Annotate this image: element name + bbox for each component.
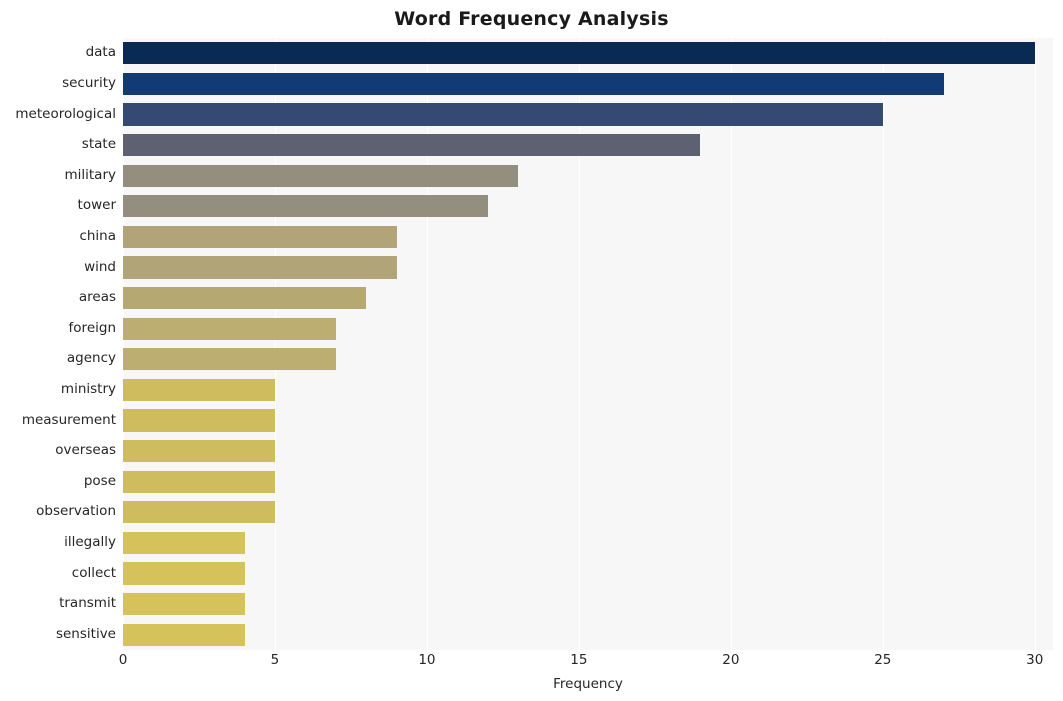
bar bbox=[123, 225, 397, 248]
y-tick-label: meteorological bbox=[15, 105, 116, 122]
bar-row bbox=[123, 164, 1053, 187]
bar bbox=[123, 72, 944, 95]
x-tick-label: 10 bbox=[418, 652, 436, 668]
bar-row bbox=[123, 348, 1053, 371]
bar bbox=[123, 42, 1035, 65]
bar-row bbox=[123, 562, 1053, 585]
y-tick-label: measurement bbox=[21, 411, 116, 428]
bar-row bbox=[123, 593, 1053, 616]
bars-layer bbox=[123, 38, 1053, 650]
y-tick-label: wind bbox=[84, 258, 116, 275]
y-tick-label: transmit bbox=[59, 595, 116, 612]
x-tick-label: 20 bbox=[722, 652, 740, 668]
bar-row bbox=[123, 42, 1053, 65]
bar bbox=[123, 317, 336, 340]
bar-row bbox=[123, 134, 1053, 157]
bar bbox=[123, 440, 275, 463]
x-axis-title: Frequency bbox=[553, 676, 623, 692]
bar-row bbox=[123, 623, 1053, 646]
bar bbox=[123, 623, 245, 646]
y-tick-label: security bbox=[62, 74, 116, 91]
bar-row bbox=[123, 72, 1053, 95]
y-tick-label: areas bbox=[78, 289, 116, 306]
bar-row bbox=[123, 287, 1053, 310]
y-tick-label: sensitive bbox=[55, 625, 116, 642]
y-tick-label: ministry bbox=[60, 380, 116, 397]
y-tick-label: agency bbox=[66, 350, 116, 367]
y-tick-label: china bbox=[79, 227, 116, 244]
bar-row bbox=[123, 531, 1053, 554]
bar-row bbox=[123, 501, 1053, 524]
bar bbox=[123, 378, 275, 401]
bar bbox=[123, 470, 275, 493]
x-tick-label: 0 bbox=[118, 652, 128, 668]
y-tick-label: military bbox=[64, 166, 116, 183]
bar bbox=[123, 256, 397, 279]
y-tick-label: data bbox=[85, 44, 116, 61]
bar bbox=[123, 531, 245, 554]
bar-row bbox=[123, 317, 1053, 340]
y-tick-label: pose bbox=[83, 472, 116, 489]
bar bbox=[123, 134, 701, 157]
bar bbox=[123, 164, 519, 187]
bar-row bbox=[123, 225, 1053, 248]
plot-area bbox=[123, 38, 1053, 650]
bar-row bbox=[123, 409, 1053, 432]
bar bbox=[123, 562, 245, 585]
bar-row bbox=[123, 470, 1053, 493]
y-tick-label: foreign bbox=[68, 319, 116, 336]
x-tick-label: 25 bbox=[874, 652, 892, 668]
y-tick-label: collect bbox=[71, 564, 116, 581]
word-frequency-chart-figure: Word Frequency Analysis data security mete… bbox=[0, 0, 1063, 701]
bar bbox=[123, 501, 275, 524]
bar-row bbox=[123, 256, 1053, 279]
x-tick-label: 5 bbox=[270, 652, 280, 668]
bar-row bbox=[123, 103, 1053, 126]
bar bbox=[123, 409, 275, 432]
y-axis-tick-labels: data security meteorological state military t… bbox=[0, 38, 116, 650]
y-tick-label: overseas bbox=[55, 442, 116, 459]
chart-title: Word Frequency Analysis bbox=[394, 8, 669, 30]
bar bbox=[123, 287, 367, 310]
bar bbox=[123, 195, 488, 218]
y-tick-label: state bbox=[81, 136, 116, 153]
y-tick-label: tower bbox=[77, 197, 116, 214]
bar-row bbox=[123, 378, 1053, 401]
bar-row bbox=[123, 440, 1053, 463]
y-tick-label: observation bbox=[36, 503, 116, 520]
x-tick-label: 30 bbox=[1026, 652, 1044, 668]
bar bbox=[123, 593, 245, 616]
x-tick-label: 15 bbox=[570, 652, 588, 668]
y-tick-label: illegally bbox=[64, 533, 116, 550]
bar bbox=[123, 348, 336, 371]
bar bbox=[123, 103, 883, 126]
bar-row bbox=[123, 195, 1053, 218]
